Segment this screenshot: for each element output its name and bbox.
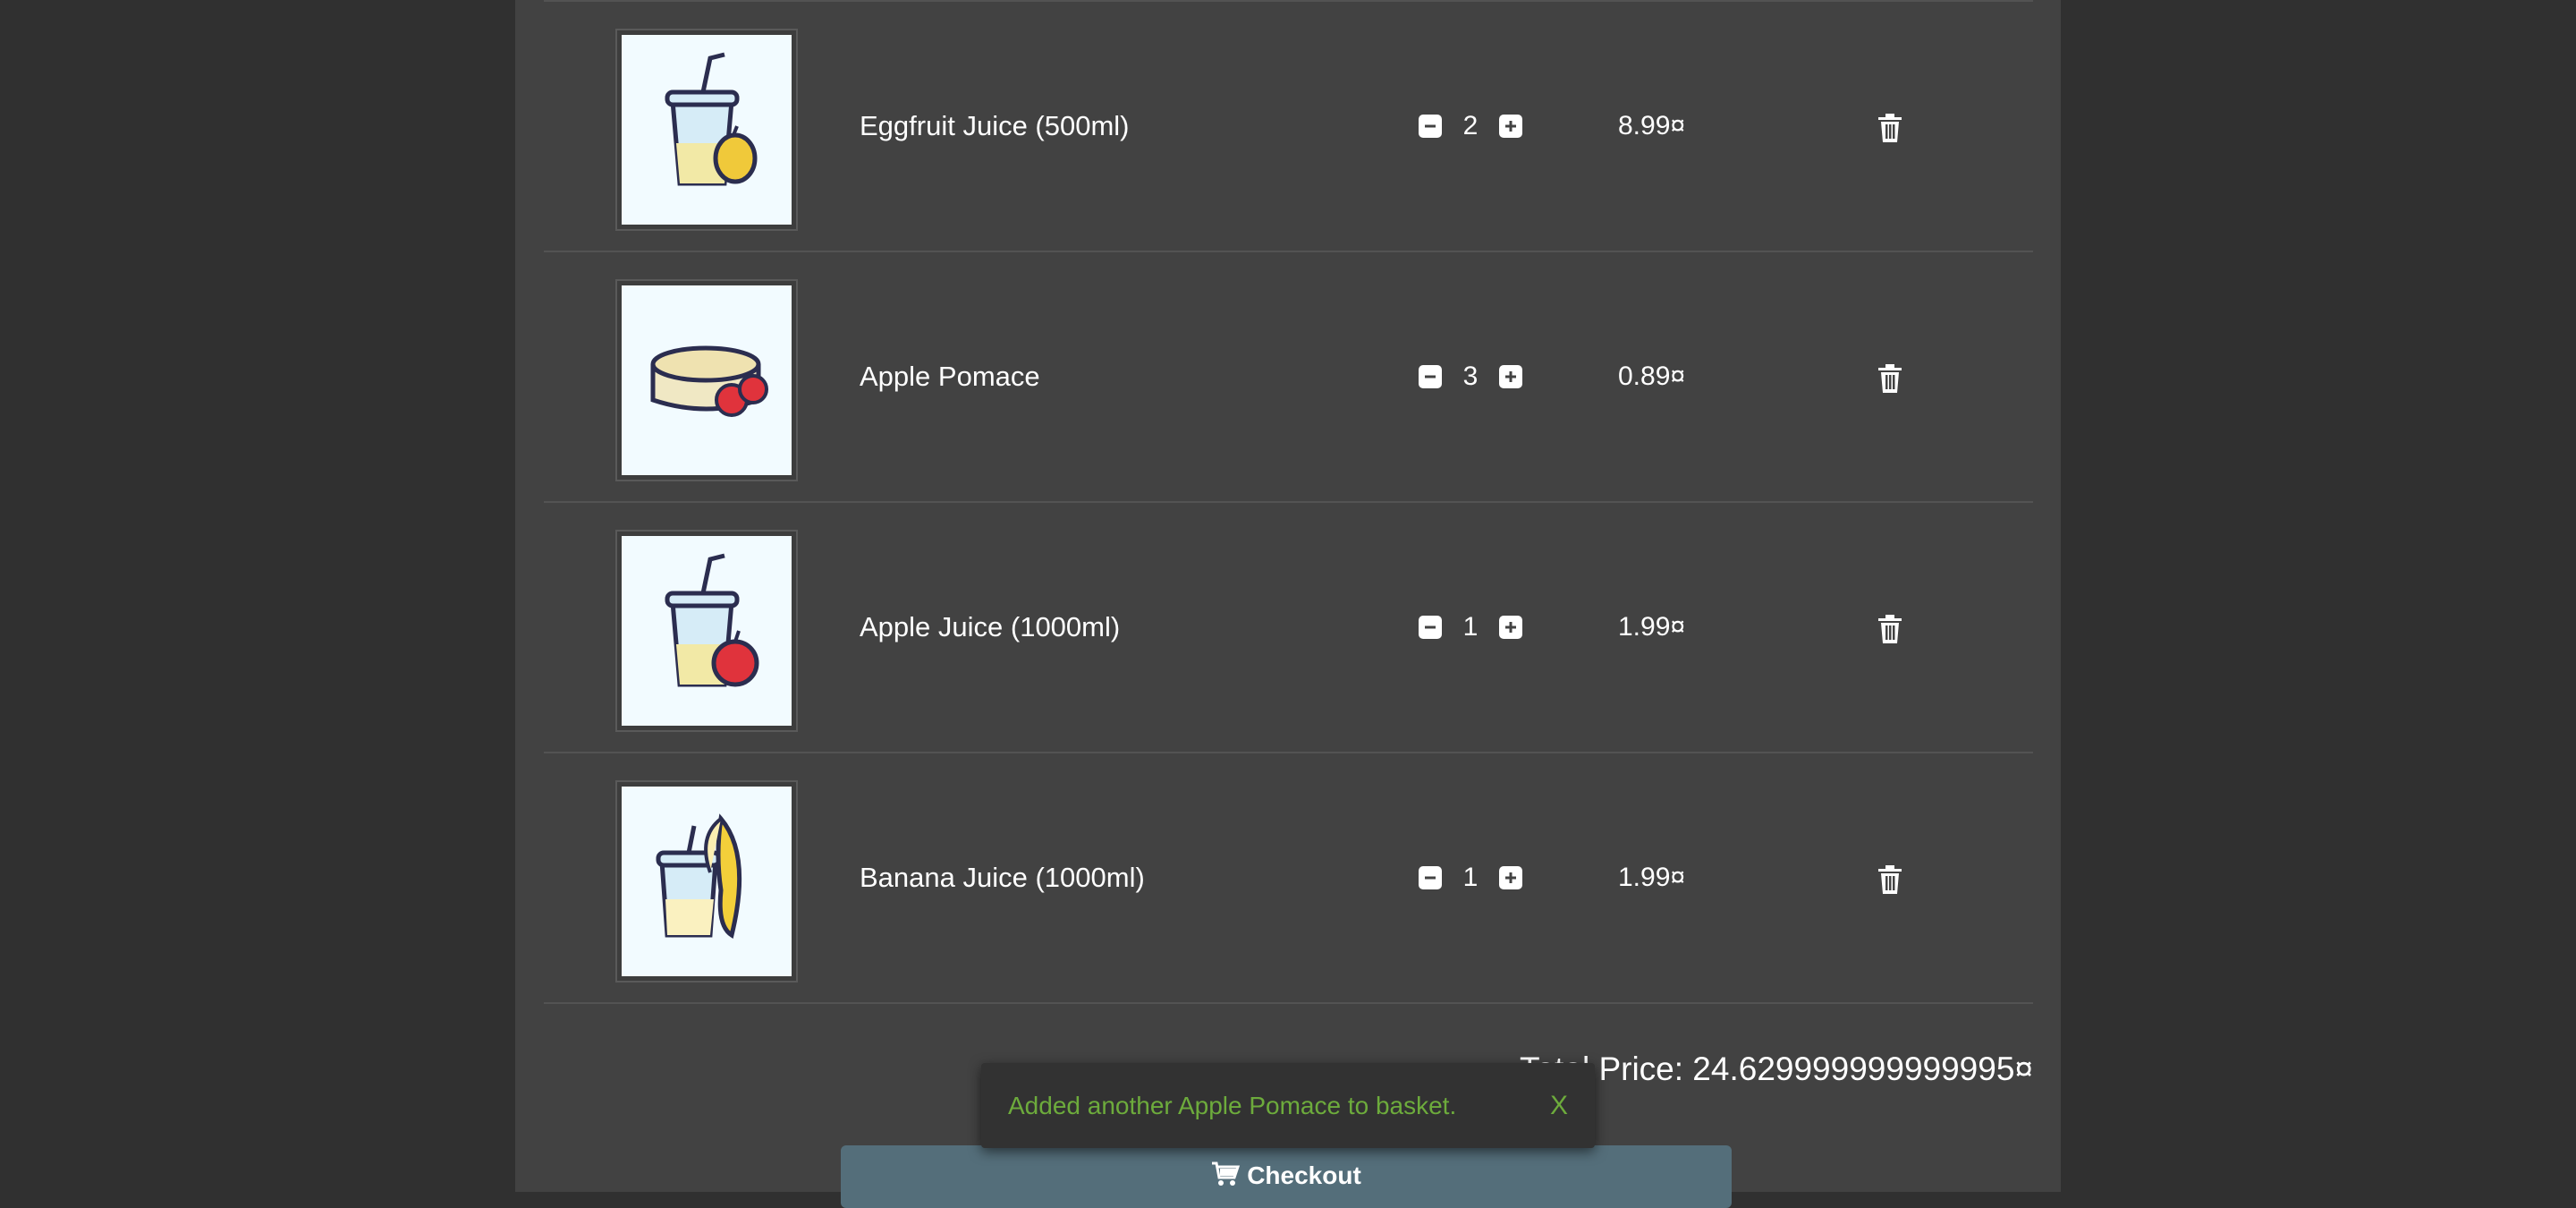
checkout-label: Checkout (1247, 1161, 1361, 1189)
quantity-value: 2 (1462, 111, 1479, 140)
trash-icon[interactable] (1877, 864, 1903, 895)
item-name: Apple Pomace (860, 361, 1040, 392)
item-name: Banana Juice (1000ml) (860, 862, 1145, 893)
trash-icon[interactable] (1877, 363, 1903, 394)
apple-juice-image (615, 530, 798, 732)
quantity-stepper: 3 (1419, 252, 1522, 501)
basket-row: Banana Juice (1000ml) 1 1.99¤ (544, 752, 2033, 1004)
basket-panel: Eggfruit Juice (500ml) 2 8.99¤ Apple Pom… (515, 0, 2061, 1208)
quantity-value: 1 (1462, 863, 1479, 892)
quantity-value: 3 (1462, 362, 1479, 391)
basket-row: Apple Juice (1000ml) 1 1.99¤ (544, 501, 2033, 752)
item-price: 1.99¤ (1618, 612, 1686, 642)
trash-icon[interactable] (1877, 614, 1903, 644)
item-name: Apple Juice (1000ml) (860, 611, 1121, 642)
quantity-stepper: 1 (1419, 503, 1522, 752)
eggfruit-juice-image (615, 29, 798, 231)
trash-icon[interactable] (1877, 113, 1903, 143)
snackbar: Added another Apple Pomace to basket. X (981, 1063, 1595, 1148)
banana-juice-image (615, 780, 798, 983)
decrease-quantity-button[interactable] (1419, 365, 1442, 388)
increase-quantity-button[interactable] (1499, 365, 1522, 388)
quantity-stepper: 2 (1419, 2, 1522, 251)
item-price: 1.99¤ (1618, 863, 1686, 892)
basket-row: Eggfruit Juice (500ml) 2 8.99¤ (544, 0, 2033, 251)
decrease-quantity-button[interactable] (1419, 616, 1442, 639)
quantity-value: 1 (1462, 612, 1479, 642)
item-name: Eggfruit Juice (500ml) (860, 110, 1130, 141)
total-price: Total Price: 24.629999999999995¤ (1520, 1051, 2033, 1087)
snackbar-message: Added another Apple Pomace to basket. (1008, 1091, 1457, 1119)
increase-quantity-button[interactable] (1499, 616, 1522, 639)
cart-icon (1212, 1161, 1241, 1186)
quantity-stepper: 1 (1419, 753, 1522, 1002)
checkout-button[interactable]: Checkout (841, 1145, 1732, 1208)
apple-pomace-image (615, 279, 798, 481)
increase-quantity-button[interactable] (1499, 866, 1522, 889)
item-price: 8.99¤ (1618, 111, 1686, 140)
decrease-quantity-button[interactable] (1419, 115, 1442, 138)
increase-quantity-button[interactable] (1499, 115, 1522, 138)
snackbar-close-button[interactable]: X (1550, 1091, 1568, 1121)
decrease-quantity-button[interactable] (1419, 866, 1442, 889)
basket-row: Apple Pomace 3 0.89¤ (544, 251, 2033, 501)
item-price: 0.89¤ (1618, 362, 1686, 391)
